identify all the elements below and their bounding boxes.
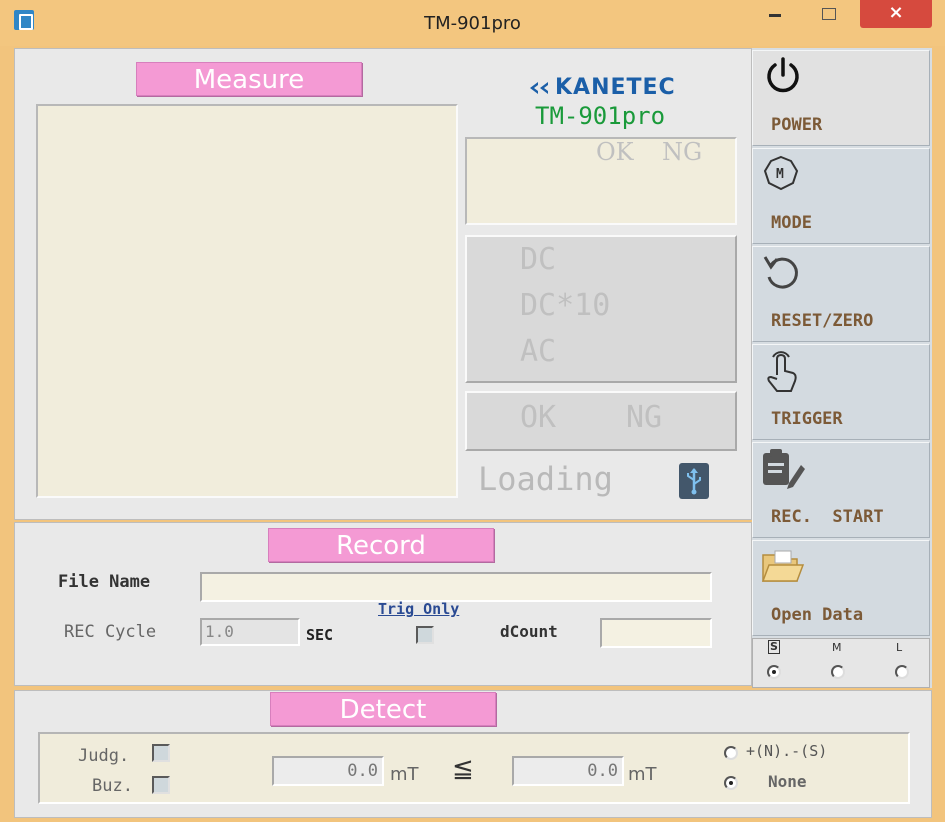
buz-label: Buz.	[92, 776, 133, 796]
mode-button[interactable]: M MODE	[752, 148, 930, 244]
speed-l-radio[interactable]	[895, 665, 909, 679]
kanetec-logo-icon	[528, 80, 556, 94]
power-label: POWER	[771, 115, 823, 135]
judg-label: Judg.	[78, 746, 130, 766]
buz-checkbox[interactable]	[152, 776, 170, 794]
speed-m-label: M	[832, 641, 842, 654]
mode-label: MODE	[771, 213, 812, 233]
mode-m-icon: M	[759, 153, 807, 197]
rec-cycle-input[interactable]: 1.0	[200, 618, 300, 646]
loading-status: Loading	[478, 460, 613, 498]
measure-heading: Measure	[136, 62, 362, 96]
mode-ac: AC	[520, 334, 557, 369]
speed-l-label: L	[896, 641, 903, 654]
trig-only-checkbox[interactable]	[416, 626, 434, 644]
sec-label: SEC	[306, 626, 334, 644]
file-name-label: File Name	[58, 572, 151, 592]
rec-cycle-label: REC Cycle	[64, 622, 157, 642]
power-icon	[759, 55, 807, 99]
rec-start-button[interactable]: REC. START	[752, 442, 930, 538]
upper-unit: mT	[628, 764, 657, 785]
trigger-label: TRIGGER	[771, 409, 843, 429]
open-data-button[interactable]: Open Data	[752, 540, 930, 636]
speed-s-radio[interactable]	[767, 665, 781, 679]
window-title: TM-901pro	[424, 13, 521, 34]
judge-ng-text: NG	[662, 138, 703, 166]
dcount-label: dCount	[500, 622, 558, 641]
polarity-none-radio[interactable]	[724, 776, 738, 790]
minimize-button[interactable]	[755, 2, 795, 26]
upper-threshold-input[interactable]: 0.0	[512, 756, 624, 786]
trigger-button[interactable]: TRIGGER	[752, 344, 930, 440]
ok-indicator: OK	[520, 400, 557, 435]
close-button[interactable]: ×	[860, 0, 932, 28]
maximize-button[interactable]	[808, 2, 848, 26]
lower-threshold-input[interactable]: 0.0	[272, 756, 384, 786]
judg-checkbox[interactable]	[152, 744, 170, 762]
polarity-ns-radio[interactable]	[724, 746, 738, 760]
lower-unit: mT	[390, 764, 419, 785]
reset-icon	[759, 251, 807, 295]
ok-ng-display	[465, 391, 737, 451]
speed-m-radio[interactable]	[831, 665, 845, 679]
mode-dc10: DC*10	[520, 288, 611, 323]
reset-zero-button[interactable]: RESET/ZERO	[752, 246, 930, 342]
measure-display	[36, 104, 458, 498]
reset-zero-label: RESET/ZERO	[771, 311, 874, 331]
mode-dc: DC	[520, 242, 557, 277]
touch-icon	[759, 349, 807, 393]
detect-heading: Detect	[270, 692, 496, 726]
model-name: TM-901pro	[535, 102, 666, 130]
record-heading: Record	[268, 528, 494, 562]
rec-start-label: REC. START	[771, 507, 884, 527]
polarity-ns-label: +(N).-(S)	[746, 742, 828, 760]
polarity-none-label: None	[768, 772, 807, 791]
power-button[interactable]: POWER	[752, 50, 930, 146]
compare-symbol: ≦	[452, 754, 474, 784]
dcount-input[interactable]	[600, 618, 712, 648]
svg-text:M: M	[776, 167, 784, 182]
trig-only-label: Trig Only	[378, 600, 460, 618]
file-name-input[interactable]	[200, 572, 712, 602]
ng-indicator: NG	[626, 400, 663, 435]
usb-icon	[679, 463, 709, 499]
folder-open-icon	[759, 545, 807, 589]
judge-ok-text: OK	[596, 138, 634, 166]
brand-name: KANETEC	[555, 75, 676, 100]
speed-s-label: S	[768, 640, 780, 654]
record-clipboard-icon	[759, 447, 807, 491]
open-data-label: Open Data	[771, 605, 864, 625]
